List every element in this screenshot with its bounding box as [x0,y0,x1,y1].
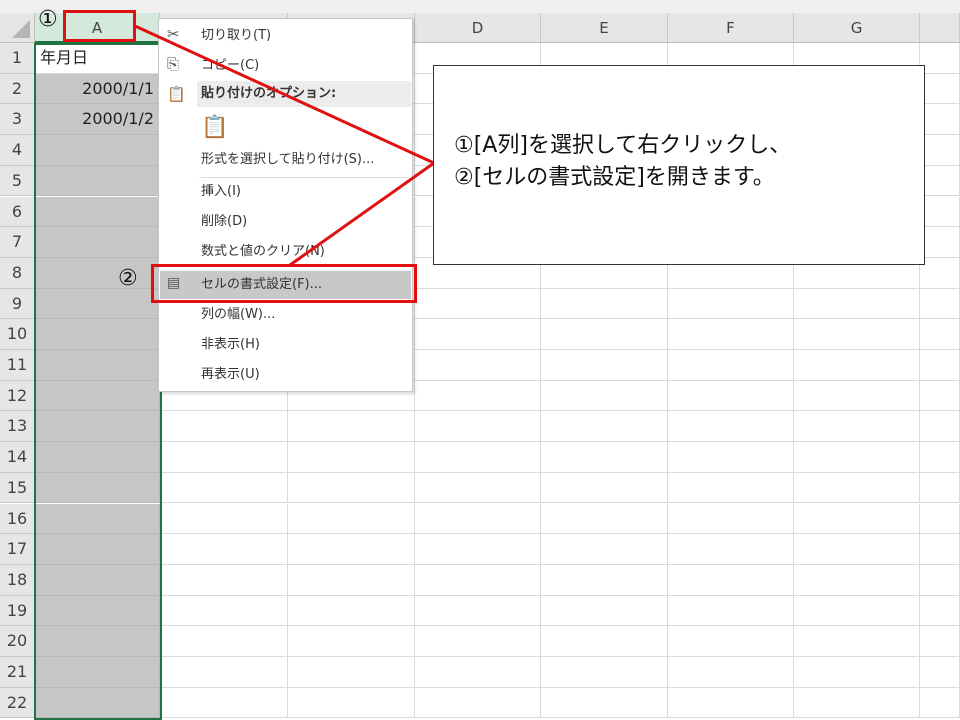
pointer-line-1 [134,24,435,165]
instruction-callout: ①[A列]を選択して右クリックし、 ②[セルの書式設定]を開きます。 [433,65,925,265]
pointer-line-2 [289,161,435,267]
callout-line-1: ①[A列]を選択して右クリックし、 [454,133,792,158]
callout-line-2: ②[セルの書式設定]を開きます。 [454,165,775,190]
